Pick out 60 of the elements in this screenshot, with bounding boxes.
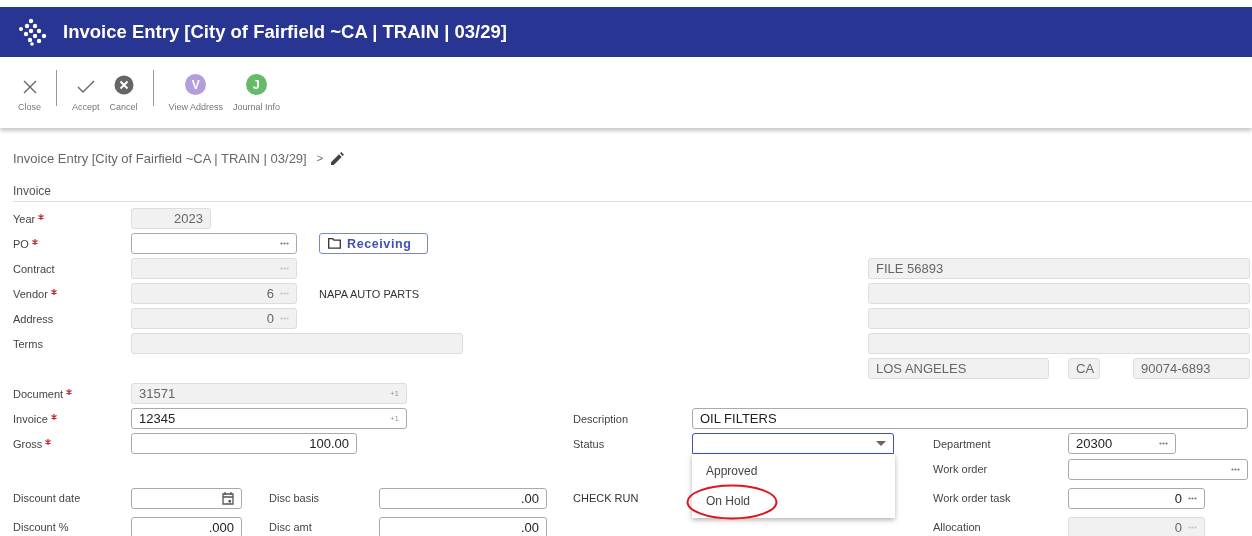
description-field[interactable]: OIL FILTERS — [692, 408, 1248, 429]
discount-percent-field[interactable]: .000 — [131, 516, 242, 536]
folder-icon — [328, 238, 341, 249]
more-icon[interactable] — [1231, 467, 1240, 471]
breadcrumb-link[interactable]: Invoice Entry [City of Fairfield ~CA | TRAIN | 03/29] — [13, 150, 307, 166]
letter-avatar: V — [185, 74, 207, 95]
caret-icon[interactable] — [876, 441, 886, 446]
check-run-text: CHECK RUN — [573, 491, 640, 506]
po-field[interactable] — [131, 233, 297, 254]
toolbar-button[interactable]: Cancel — [104, 68, 143, 112]
field-label: Department — [933, 437, 991, 450]
section-title: Invoice — [13, 184, 52, 198]
field-label: Gross — [13, 437, 43, 450]
calendar-icon[interactable] — [222, 491, 234, 505]
breadcrumb-separator: > — [316, 152, 324, 164]
date-field[interactable] — [131, 487, 242, 509]
field-label: Discount % — [13, 521, 69, 533]
field-label: Document — [13, 387, 64, 400]
disc-amount-field[interactable]: .00 — [379, 516, 547, 536]
gross-field[interactable]: 100.00 — [131, 433, 357, 454]
field-label: Description — [573, 412, 629, 425]
field-label: Invoice — [13, 412, 48, 425]
close-icon — [21, 79, 38, 95]
receiving-button[interactable]: Receiving — [319, 233, 428, 254]
more-icon[interactable] — [280, 242, 289, 245]
field-label: Disc amt — [269, 521, 312, 533]
dropdown-option[interactable]: Approved — [692, 456, 895, 486]
field-label: PO — [13, 237, 29, 250]
vendor-name: NAPA AUTO PARTS — [319, 286, 421, 302]
field-label: Year — [13, 212, 36, 225]
check-icon — [76, 79, 95, 95]
field-label: Vendor — [13, 287, 48, 300]
increment-label[interactable]: +1 — [389, 414, 399, 423]
letter-avatar: J — [245, 74, 267, 95]
department-field[interactable]: 20300 — [1068, 433, 1176, 454]
field-label: Terms — [13, 337, 43, 350]
toolbar-button[interactable]: V View Address — [163, 68, 228, 112]
dropdown-option[interactable]: On Hold — [692, 486, 895, 516]
toolbar-button[interactable]: Accept — [67, 68, 105, 112]
disc-basis-field[interactable]: .00 — [379, 487, 547, 509]
field-label: Work order — [933, 463, 988, 475]
logo-icon — [18, 18, 48, 46]
field-label: Disc basis — [269, 492, 320, 504]
work-order-task-field[interactable]: 0 — [1068, 487, 1205, 509]
status-select[interactable] — [692, 433, 894, 454]
invoice-field[interactable]: 12345 +1 — [131, 408, 407, 429]
field-label: Address — [13, 312, 54, 325]
work-order-field[interactable] — [1068, 458, 1248, 480]
window-title: Invoice Entry [City of Fairfield ~CA | TRAIN | 03/29] — [63, 21, 507, 43]
more-icon[interactable] — [1188, 496, 1197, 500]
cancel-icon — [113, 75, 134, 95]
field-label: Status — [573, 437, 605, 450]
toolbar-button[interactable]: J Journal Info — [227, 68, 285, 112]
field-label: Allocation — [933, 521, 981, 533]
edit-icon[interactable] — [331, 151, 345, 165]
more-icon[interactable] — [1159, 442, 1168, 445]
toolbar-button[interactable]: Close — [13, 68, 46, 112]
field-label: Discount date — [13, 492, 81, 504]
field-label: Work order task — [933, 492, 1011, 504]
field-label: Contract — [13, 262, 55, 275]
